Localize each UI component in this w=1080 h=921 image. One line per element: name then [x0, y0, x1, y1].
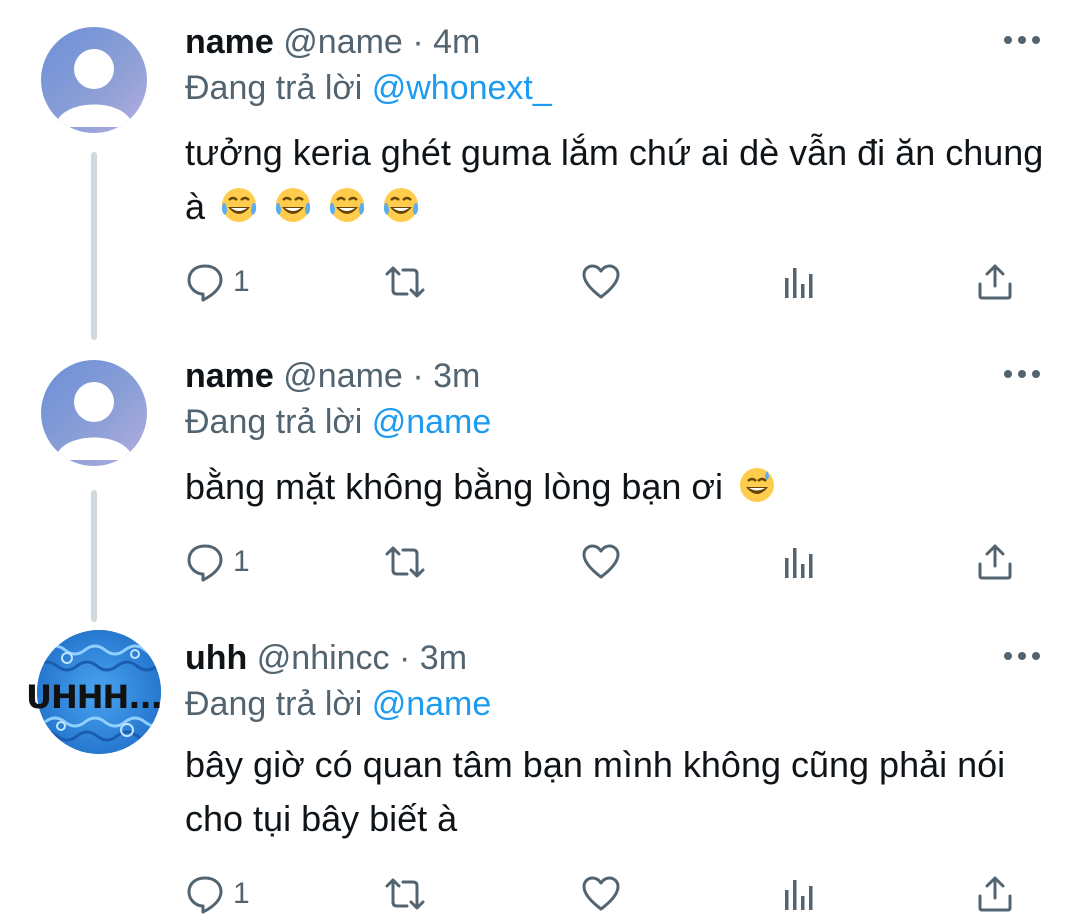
- separator-dot: ·: [412, 23, 424, 61]
- separator-dot: ·: [399, 639, 411, 677]
- heart-icon: [582, 876, 620, 911]
- heart-icon: [582, 544, 620, 579]
- share-button[interactable]: [975, 260, 1015, 304]
- replying-to-label: Đang trả lời: [185, 69, 363, 107]
- tears-of-joy-emoji: [323, 186, 377, 227]
- views-icon: [785, 268, 813, 298]
- retweet-button[interactable]: [383, 540, 427, 584]
- timestamp[interactable]: 4m: [433, 23, 480, 61]
- views-icon: [785, 880, 813, 910]
- retweet-button[interactable]: [383, 260, 427, 304]
- display-name[interactable]: name: [185, 357, 274, 395]
- default-avatar-icon: [55, 382, 133, 460]
- user-handle[interactable]: @nhincc: [257, 639, 390, 677]
- views-button[interactable]: [779, 872, 819, 916]
- share-button[interactable]: [975, 872, 1015, 916]
- share-icon: [978, 264, 1012, 300]
- avatar[interactable]: [41, 27, 147, 133]
- reply-count: 1: [233, 545, 250, 578]
- tweet-header: name @name · 4m: [185, 22, 480, 62]
- retweet-icon: [385, 546, 425, 578]
- reply-icon: [187, 544, 223, 582]
- more-icon: [1004, 370, 1040, 378]
- thread-connector: [91, 490, 97, 622]
- tweet-text-line: bằng mặt không bằng lòng bạn ơi: [185, 460, 1055, 514]
- share-button[interactable]: [975, 540, 1015, 584]
- reply-button[interactable]: 1: [185, 540, 250, 584]
- mention-link[interactable]: @name: [372, 403, 492, 441]
- user-handle[interactable]: @name: [283, 357, 403, 395]
- mention-link[interactable]: @whonext_: [372, 69, 552, 107]
- avatar[interactable]: [41, 360, 147, 466]
- retweet-icon: [385, 266, 425, 298]
- mention-link[interactable]: @name: [372, 685, 492, 723]
- more-button[interactable]: [1002, 366, 1042, 382]
- more-icon: [1004, 652, 1040, 660]
- tweet-actions: 1: [185, 540, 1035, 584]
- tweet[interactable]: UHHH... uhh @nhincc · 3m Đang trả lời @n…: [0, 622, 1080, 921]
- share-icon: [978, 544, 1012, 580]
- replying-to-label: Đang trả lời: [185, 685, 363, 723]
- reply-icon: [187, 876, 223, 914]
- replying-to-label: Đang trả lời: [185, 403, 363, 441]
- like-button[interactable]: [581, 540, 621, 584]
- timestamp[interactable]: 3m: [420, 639, 467, 677]
- thread-connector: [91, 152, 97, 340]
- tweet-actions: 1: [185, 872, 1035, 916]
- grinning-sweat-emoji: [733, 466, 777, 507]
- tweet-text: tưởng keria ghét guma lắm chứ ai dè vẫn …: [185, 126, 1055, 234]
- timestamp[interactable]: 3m: [433, 357, 480, 395]
- reply-button[interactable]: 1: [185, 872, 250, 916]
- default-avatar-icon: [55, 49, 133, 127]
- tweet-text-line: bây giờ có quan tâm bạn mình không cũng …: [185, 744, 1006, 785]
- reply-icon: [187, 264, 223, 302]
- display-name[interactable]: uhh: [185, 639, 247, 677]
- tweet[interactable]: name @name · 3m Đang trả lời @name bằng …: [0, 340, 1080, 622]
- retweet-button[interactable]: [383, 872, 427, 916]
- tweet-text: bây giờ có quan tâm bạn mình không cũng …: [185, 738, 1055, 846]
- reply-count: 1: [233, 265, 250, 298]
- reply-button[interactable]: 1: [185, 260, 250, 304]
- tears-of-joy-emoji: [215, 186, 269, 227]
- views-button[interactable]: [779, 260, 819, 304]
- views-button[interactable]: [779, 540, 819, 584]
- like-button[interactable]: [581, 260, 621, 304]
- more-icon: [1004, 36, 1040, 44]
- replying-to: Đang trả lời @name: [185, 402, 491, 442]
- reply-count: 1: [233, 877, 250, 910]
- tweet-header: uhh @nhincc · 3m: [185, 638, 467, 678]
- tears-of-joy-icon: [221, 188, 257, 222]
- views-icon: [785, 548, 813, 578]
- tweet-text: bằng mặt không bằng lòng bạn ơi: [185, 460, 1055, 514]
- tweet[interactable]: name @name · 4m Đang trả lời @whonext_ t…: [0, 0, 1080, 340]
- grinning-sweat-icon: [740, 468, 775, 502]
- separator-dot: ·: [412, 357, 424, 395]
- tears-of-joy-icon: [275, 188, 311, 222]
- display-name[interactable]: name: [185, 23, 274, 61]
- tweet-text-line-2: cho tụi bây biết à: [185, 798, 458, 839]
- replying-to: Đang trả lời @whonext_: [185, 68, 552, 108]
- avatar-caption: UHHH...: [26, 678, 163, 716]
- heart-icon: [582, 264, 620, 299]
- tears-of-joy-icon: [383, 188, 419, 222]
- tears-of-joy-emoji: [269, 186, 323, 227]
- more-button[interactable]: [1002, 32, 1042, 48]
- user-handle[interactable]: @name: [283, 23, 403, 61]
- more-button[interactable]: [1002, 648, 1042, 664]
- like-button[interactable]: [581, 872, 621, 916]
- retweet-icon: [385, 878, 425, 910]
- tweet-text-line: tưởng keria ghét guma lắm chứ ai dè vẫn …: [185, 132, 1044, 173]
- tears-of-joy-icon: [329, 188, 365, 222]
- tweet-header: name @name · 3m: [185, 356, 480, 396]
- tweet-text-fragment: bằng mặt không bằng lòng bạn ơi: [185, 466, 724, 507]
- share-icon: [978, 876, 1012, 912]
- tweet-text-fragment: à: [185, 186, 206, 227]
- replying-to: Đang trả lời @name: [185, 684, 491, 724]
- tweet-text-line-2: à: [185, 180, 1055, 234]
- tears-of-joy-emoji: [377, 186, 421, 227]
- tweet-actions: 1: [185, 260, 1035, 304]
